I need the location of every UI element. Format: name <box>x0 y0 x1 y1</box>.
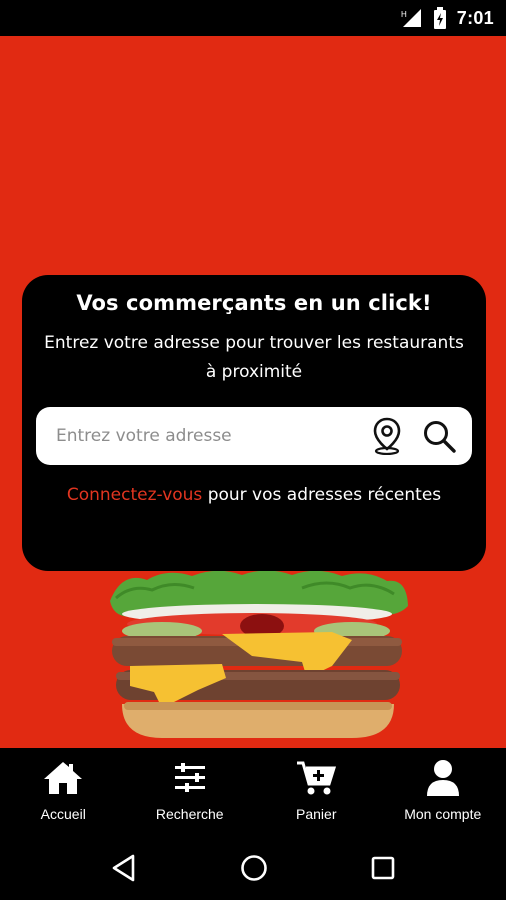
main-area: Vos commerçants en un click! Entrez votr… <box>0 36 506 748</box>
home-circle-icon[interactable] <box>240 854 268 882</box>
battery-icon <box>433 7 446 29</box>
login-link[interactable]: Connectez-vous <box>67 485 202 505</box>
nav-item-recherche[interactable]: Recherche <box>127 748 253 822</box>
cart-add-icon <box>297 761 337 795</box>
login-prompt-text: pour vos adresses récentes <box>202 485 442 505</box>
search-icon[interactable] <box>422 419 456 453</box>
burger-image <box>110 570 408 738</box>
user-icon <box>426 760 459 796</box>
status-time: 7:01 <box>456 7 494 28</box>
address-search-box <box>36 407 472 465</box>
system-nav <box>0 836 506 900</box>
nav-item-accueil[interactable]: Accueil <box>0 748 126 822</box>
home-icon <box>44 762 83 794</box>
search-icons <box>372 417 456 455</box>
recents-icon[interactable] <box>371 856 395 880</box>
nav-label-mon-compte: Mon compte <box>404 806 482 822</box>
nav-item-panier[interactable]: Panier <box>253 748 379 822</box>
nav-label-recherche: Recherche <box>155 806 224 822</box>
signal-icon: H <box>401 9 421 27</box>
login-prompt: Connectez-vous pour vos adresses récente… <box>22 481 486 509</box>
nav-item-mon-compte[interactable]: Mon compte <box>380 748 506 822</box>
card-subtitle: Entrez votre adresse pour trouver les re… <box>44 333 464 382</box>
status-icons: H <box>401 7 447 29</box>
nav-label-accueil: Accueil <box>40 806 86 822</box>
address-card: Vos commerçants en un click! Entrez votr… <box>22 275 486 571</box>
location-pin-icon[interactable] <box>372 417 402 455</box>
status-bar: H 7:01 <box>0 0 506 36</box>
address-input[interactable] <box>56 426 372 446</box>
svg-text:H: H <box>401 10 407 19</box>
back-icon[interactable] <box>111 854 137 882</box>
card-title: Vos commerçants en un click! <box>76 291 432 315</box>
bottom-nav: Accueil Recherche Panier Mon compte <box>0 748 506 836</box>
filters-icon <box>174 763 205 792</box>
nav-label-panier: Panier <box>296 806 337 822</box>
